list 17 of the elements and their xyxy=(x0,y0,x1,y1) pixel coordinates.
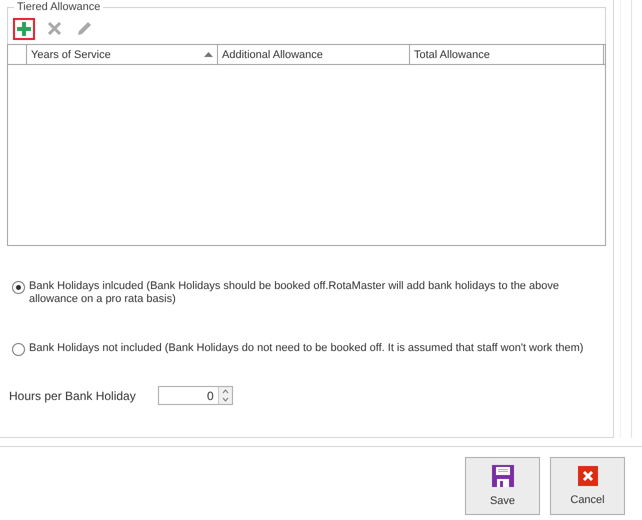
radio-button[interactable] xyxy=(12,343,25,356)
radio-button[interactable] xyxy=(12,281,25,294)
close-icon xyxy=(578,466,598,486)
cancel-button[interactable]: Cancel xyxy=(550,457,625,515)
plus-icon xyxy=(17,22,31,36)
radio-label: Bank Holidays not included (Bank Holidays do not need to be booked off. It is assumed that staff won't work them) xyxy=(29,342,584,355)
save-button[interactable]: Save xyxy=(465,457,540,515)
radio-label: Bank Holidays inlcuded (Bank Holidays should be booked off.RotaMaster will add bank holidays to the above allowance on a pro rata basis) xyxy=(29,280,560,306)
column-header[interactable]: Additional Allowance xyxy=(218,45,410,64)
field-label: Hours per Bank Holiday xyxy=(9,388,136,402)
group-title: Tiered Allowance xyxy=(16,1,102,13)
add-button[interactable] xyxy=(13,18,35,40)
column-header[interactable]: Years of Service xyxy=(27,45,218,64)
close-icon xyxy=(48,22,60,35)
column-header[interactable]: Total Allowance xyxy=(410,45,604,64)
pencil-icon xyxy=(76,20,92,36)
number-spinner[interactable]: 0 xyxy=(158,386,233,405)
